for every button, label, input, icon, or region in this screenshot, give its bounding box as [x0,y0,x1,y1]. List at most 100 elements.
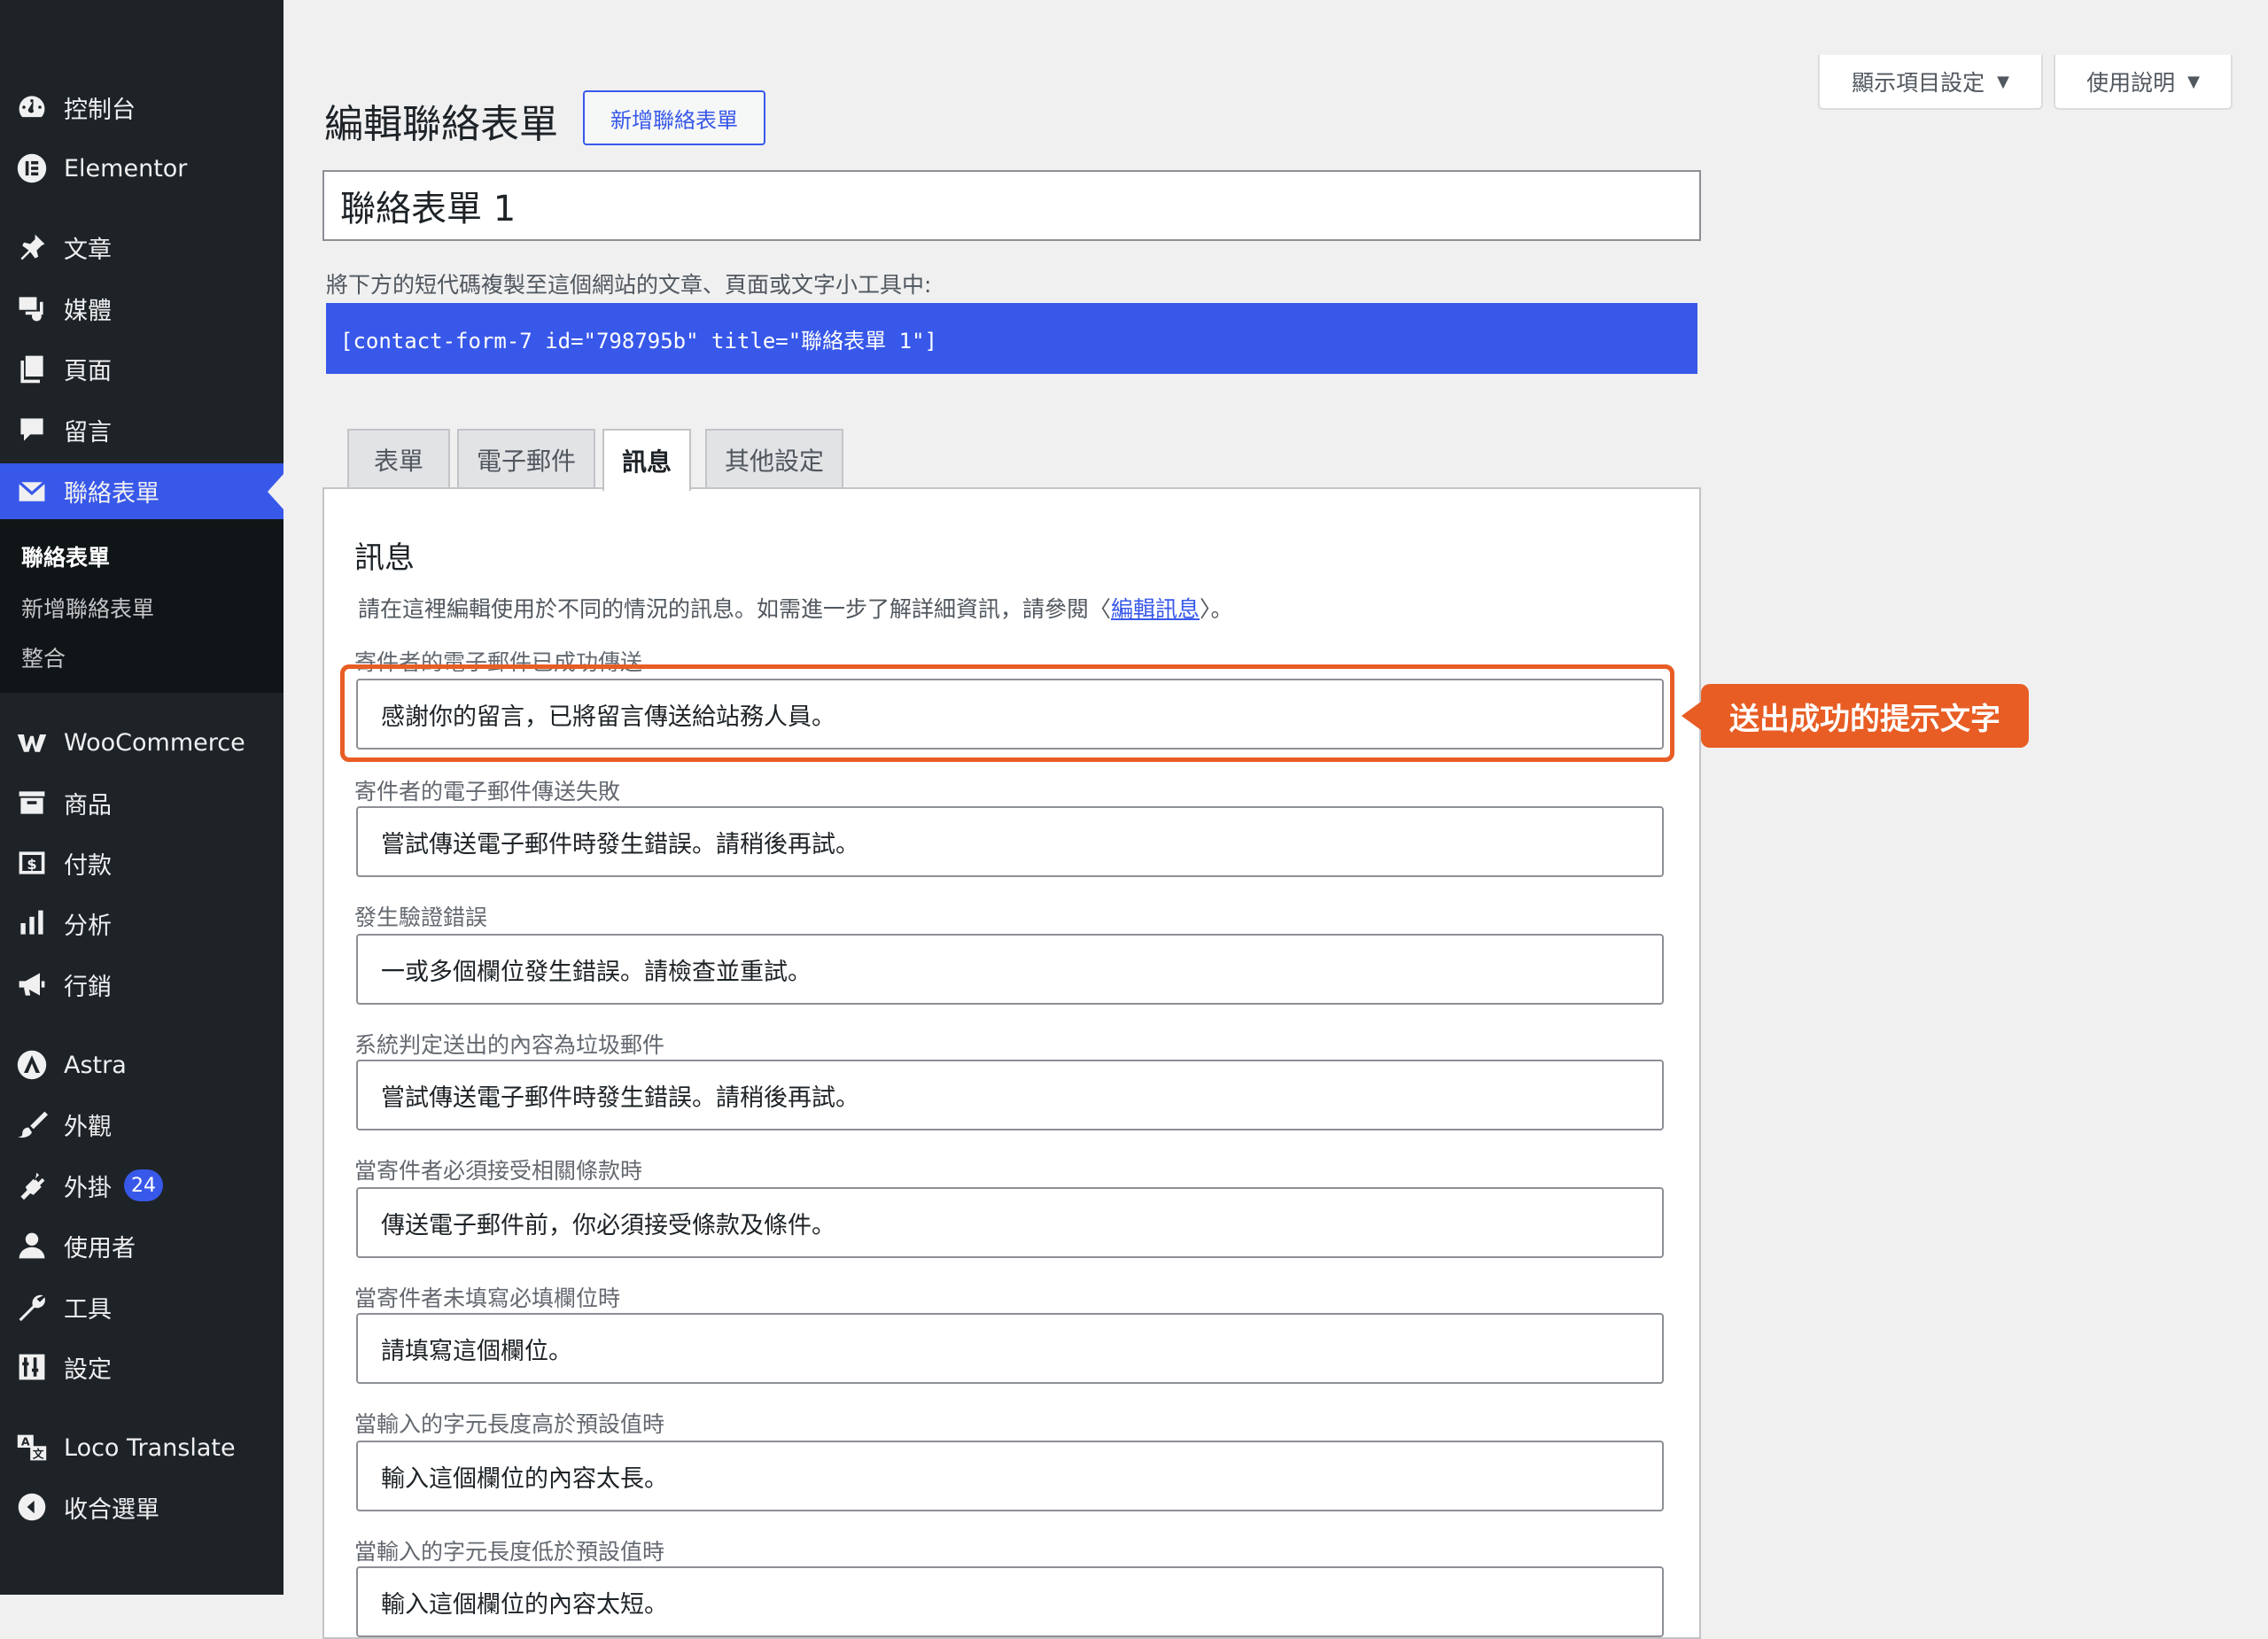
user-icon [14,1228,50,1263]
form-title-input[interactable]: 聯絡表單 1 [322,170,1701,241]
comment-icon [14,412,50,447]
message-input-accept-terms[interactable]: 傳送電子郵件前，你必須接受條款及條件。 [356,1187,1664,1258]
help-label: 使用說明 [2086,70,2176,96]
panel-description: 請在這裡編輯使用於不同的情況的訊息。如需進一步了解詳細資訊，請參閱〈編輯訊息〉。 [358,592,1233,624]
caret-down-icon: ▼ [2187,72,2200,91]
field-label-invalid-too-long: 當輸入的字元長度高於預設值時 [354,1411,665,1437]
svg-text:A: A [21,1434,30,1448]
sidebar-item-label: 行銷 [64,973,112,1001]
sidebar-item-analytics[interactable]: 分析 [0,897,284,950]
wrench-icon [14,1289,50,1324]
payments-icon: $ [14,845,50,881]
sidebar-item-media[interactable]: 媒體 [0,282,284,335]
submenu-item-add-new[interactable]: 新增聯絡表單 [21,592,154,624]
sidebar-item-label: Astra [64,1051,127,1079]
sidebar-collapse-menu[interactable]: 收合選單 [0,1480,284,1534]
tab-messages[interactable]: 訊息 [602,429,691,491]
field-value: 輸入這個欄位的內容太短。 [381,1590,668,1619]
sidebar-item-dashboard[interactable]: 控制台 [0,81,284,134]
sidebar-item-label: 外觀 [64,1113,112,1141]
sidebar-item-comments[interactable]: 留言 [0,403,284,456]
page-title: 編輯聯絡表單 [324,102,558,147]
shortcode-description: 將下方的短代碼複製至這個網站的文章、頁面或文字小工具中: [326,272,932,298]
admin-sidebar: 控制台 Elementor 文章 媒體 頁面 留言 聯絡表單 聯絡表單 新增聯絡… [0,0,284,1595]
svg-text:$: $ [27,856,36,873]
sidebar-item-label: 控制台 [64,96,136,124]
panel-description-suffix: 〉。 [1200,596,1233,622]
sidebar-item-label: 聯絡表單 [64,480,159,508]
pin-icon [14,229,50,265]
megaphone-icon [14,967,50,1002]
screen-options-label: 顯示項目設定 [1852,70,1985,96]
sidebar-item-label: 商品 [64,791,112,820]
sidebar-item-label: 收合選單 [64,1495,159,1524]
tab-additional-settings[interactable]: 其他設定 [705,429,843,489]
tab-mail[interactable]: 電子郵件 [457,429,595,489]
sidebar-item-label: 外掛 [64,1174,112,1202]
message-input-validation-error[interactable]: 一或多個欄位發生錯誤。請檢查並重試。 [356,934,1664,1005]
annotation-callout: 送出成功的提示文字 [1701,684,2029,748]
message-input-mail-sent-ng[interactable]: 嘗試傳送電子郵件時發生錯誤。請稍後再試。 [356,806,1664,877]
sidebar-item-products[interactable]: 商品 [0,776,284,829]
panel-heading: 訊息 [354,540,415,576]
help-button[interactable]: 使用說明 ▼ [2054,55,2233,110]
message-input-spam[interactable]: 嘗試傳送電子郵件時發生錯誤。請稍後再試。 [356,1060,1664,1130]
sidebar-item-contact[interactable]: 聯絡表單 [0,463,284,519]
translate-icon: A文 [14,1430,50,1465]
field-label-accept-terms: 當寄件者必須接受相關條款時 [354,1158,643,1184]
sidebar-item-elementor[interactable]: Elementor [0,142,284,195]
sidebar-item-payments[interactable]: $ 付款 [0,836,284,889]
sidebar-item-label: 付款 [64,851,112,880]
sidebar-item-marketing[interactable]: 行銷 [0,958,284,1011]
sidebar-item-label: 媒體 [64,297,112,325]
field-value: 輸入這個欄位的內容太長。 [381,1464,668,1493]
sidebar-item-astra[interactable]: Astra [0,1038,284,1091]
plugin-icon [14,1168,50,1203]
shortcode-field[interactable]: [contact-form-7 id="798795b" title="聯絡表單… [326,303,1697,374]
sidebar-item-settings[interactable]: 設定 [0,1340,284,1394]
collapse-icon [14,1489,50,1525]
messages-panel: 訊息 請在這裡編輯使用於不同的情況的訊息。如需進一步了解詳細資訊，請參閱〈編輯訊… [322,487,1701,1639]
elementor-icon [14,151,50,186]
products-icon [14,785,50,820]
panel-description-text: 請在這裡編輯使用於不同的情況的訊息。如需進一步了解詳細資訊，請參閱〈 [358,596,1112,622]
sidebar-item-label: 設定 [64,1355,112,1384]
add-new-contact-form-button[interactable]: 新增聯絡表單 [583,90,765,145]
sidebar-item-label: Elementor [64,154,188,183]
caret-down-icon: ▼ [1997,72,2009,91]
field-label-mail-sent-ng: 寄件者的電子郵件傳送失敗 [354,779,621,804]
message-input-invalid-too-long[interactable]: 輸入這個欄位的內容太長。 [356,1441,1664,1511]
sidebar-item-appearance[interactable]: 外觀 [0,1098,284,1151]
paintbrush-icon [14,1107,50,1142]
sidebar-item-woocommerce[interactable]: WooCommerce [0,716,284,769]
field-value: 嘗試傳送電子郵件時發生錯誤。請稍後再試。 [381,830,859,858]
edit-messages-link[interactable]: 編輯訊息 [1111,596,1200,622]
sidebar-item-posts[interactable]: 文章 [0,221,284,274]
submenu-item-contact-forms[interactable]: 聯絡表單 [21,540,110,572]
sidebar-item-loco-translate[interactable]: A文 Loco Translate [0,1421,284,1474]
field-value: 傳送電子郵件前，你必須接受條款及條件。 [381,1211,835,1239]
sidebar-item-label: 分析 [64,912,112,940]
mail-icon [14,474,50,509]
sidebar-item-users[interactable]: 使用者 [0,1219,284,1272]
dashboard-icon [14,89,50,125]
field-label-spam: 系統判定送出的內容為垃圾郵件 [354,1032,665,1058]
message-input-invalid-required[interactable]: 請填寫這個欄位。 [356,1313,1664,1384]
annotation-highlight-box [340,664,1674,762]
message-input-invalid-too-short[interactable]: 輸入這個欄位的內容太短。 [356,1566,1664,1637]
sidebar-item-label: 留言 [64,418,112,447]
sidebar-item-label: 文章 [64,236,112,264]
screen-options-button[interactable]: 顯示項目設定 ▼ [1818,55,2043,110]
submenu-item-integration[interactable]: 整合 [21,641,66,673]
form-title-value: 聯絡表單 1 [340,189,517,229]
sidebar-item-label: WooCommerce [64,728,245,757]
sidebar-item-tools[interactable]: 工具 [0,1280,284,1333]
field-value: 請填寫這個欄位。 [381,1337,572,1365]
field-label-validation-error: 發生驗證錯誤 [354,905,488,930]
sidebar-item-plugins[interactable]: 外掛 24 [0,1159,284,1212]
sidebar-item-label: 工具 [64,1295,112,1324]
tab-form[interactable]: 表單 [347,429,450,489]
sidebar-item-label: 頁面 [64,357,112,385]
sidebar-item-pages[interactable]: 頁面 [0,342,284,395]
field-value: 嘗試傳送電子郵件時發生錯誤。請稍後再試。 [381,1084,859,1112]
